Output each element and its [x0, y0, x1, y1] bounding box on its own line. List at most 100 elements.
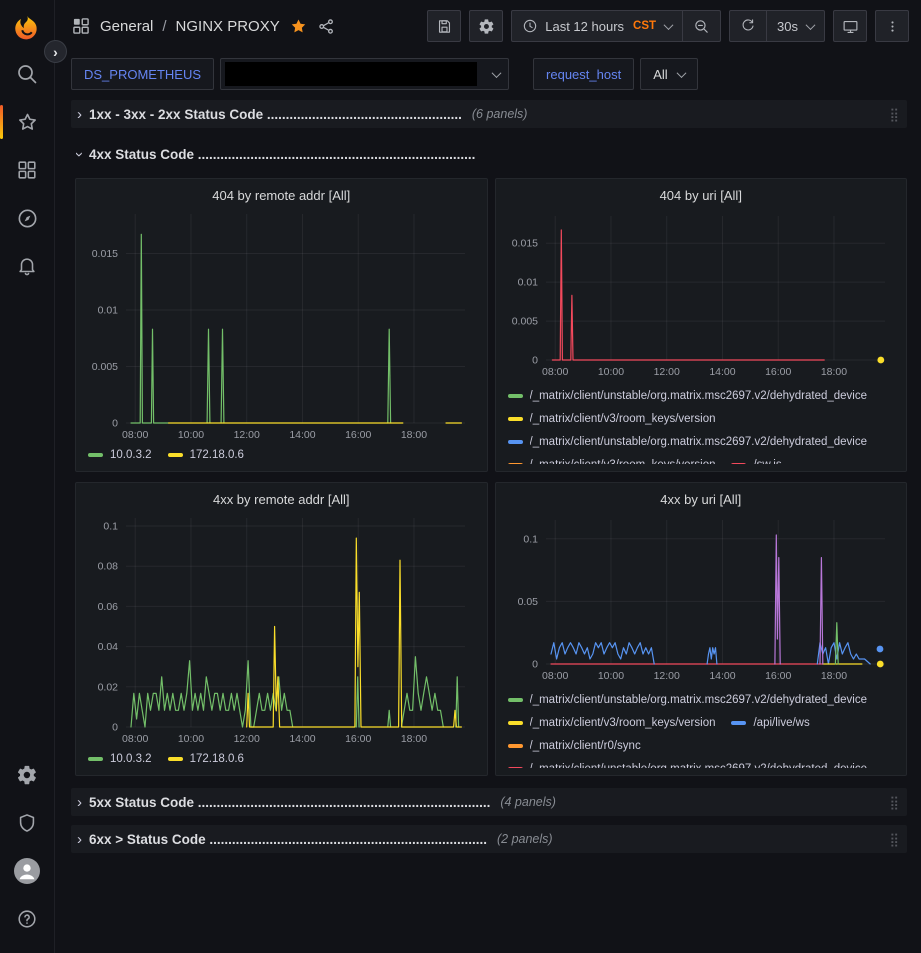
row-4xx[interactable]: › 4xx Status Code ......................…	[71, 140, 907, 168]
legend-item[interactable]: /_matrix/client/unstable/org.matrix.msc2…	[508, 388, 868, 403]
panel-title[interactable]: 4xx by remote addr [All]	[84, 488, 479, 510]
legend-item[interactable]: 172.18.0.6	[168, 448, 244, 463]
row-drag-handle[interactable]: ⣿	[889, 796, 899, 809]
share-icon[interactable]	[317, 17, 336, 36]
panel-legend: /_matrix/client/unstable/org.matrix.msc2…	[504, 388, 899, 464]
legend-item[interactable]: /api/live/ws	[731, 715, 809, 730]
row-1xx-3xx-2xx[interactable]: › 1xx - 3xx - 2xx Status Code ..........…	[71, 100, 907, 128]
tv-mode-button[interactable]	[833, 10, 867, 42]
panel-4xx-by-remote-addr: 4xx by remote addr [All] 00.020.040.060.…	[75, 482, 488, 776]
save-dashboard-button[interactable]	[427, 10, 461, 42]
panel-4xx-by-uri: 4xx by uri [All] 00.050.108:0010:0012:00…	[495, 482, 908, 776]
sidebar-item-server-admin[interactable]	[0, 799, 54, 847]
dashboards-grid-icon	[16, 159, 38, 181]
question-icon	[16, 908, 38, 930]
legend-label: 172.18.0.6	[190, 753, 244, 765]
legend-item[interactable]: /_matrix/client/unstable/org.matrix.msc2…	[508, 761, 868, 768]
datasource-variable-label: DS_PROMETHEUS	[71, 58, 214, 90]
panel-title[interactable]: 404 by remote addr [All]	[84, 184, 479, 206]
chevron-down-icon	[676, 68, 686, 78]
svg-text:18:00: 18:00	[401, 429, 427, 441]
legend-item[interactable]: 10.0.3.2	[88, 752, 152, 767]
sidebar-item-help[interactable]	[0, 895, 54, 943]
row-drag-handle[interactable]: ⣿	[889, 108, 899, 121]
gear-icon	[478, 18, 495, 35]
legend-swatch	[731, 721, 746, 725]
panel-legend: 10.0.3.2 172.18.0.6	[84, 752, 479, 770]
legend-swatch	[168, 453, 183, 457]
time-range-picker[interactable]: Last 12 hours CST	[512, 11, 682, 41]
refresh-interval-dropdown[interactable]: 30s	[767, 11, 824, 41]
datasource-variable-select[interactable]	[220, 58, 509, 90]
legend-label: 10.0.3.2	[110, 753, 152, 765]
svg-text:10:00: 10:00	[178, 429, 204, 441]
chart-404-by-remote-addr[interactable]: 00.0050.010.01508:0010:0012:0014:0016:00…	[84, 206, 479, 446]
row-drag-handle[interactable]: ⣿	[889, 833, 899, 846]
sidebar-item-dashboards[interactable]	[0, 146, 54, 194]
svg-text:16:00: 16:00	[345, 429, 371, 441]
sidebar-item-alerting[interactable]	[0, 242, 54, 290]
svg-text:10:00: 10:00	[597, 366, 623, 378]
svg-text:0: 0	[112, 721, 118, 733]
chevron-down-icon	[664, 20, 674, 30]
row-6xx[interactable]: › 6xx > Status Code ....................…	[71, 825, 907, 853]
svg-text:08:00: 08:00	[542, 366, 568, 378]
sidebar-item-starred[interactable]	[0, 98, 54, 146]
legend-label: /_matrix/client/v3/room_keys/version	[530, 717, 716, 729]
timeseries-chart: 00.0050.010.01508:0010:0012:0014:0016:00…	[84, 206, 479, 443]
svg-text:16:00: 16:00	[345, 733, 371, 745]
timeseries-chart: 00.050.108:0010:0012:0014:0016:0018:00	[504, 512, 899, 684]
apps-icon	[71, 16, 91, 36]
legend-swatch	[508, 721, 523, 725]
legend-item[interactable]: /_matrix/client/unstable/org.matrix.msc2…	[508, 434, 868, 449]
panels-grid: 404 by remote addr [All] 00.0050.010.015…	[75, 178, 907, 776]
legend-item[interactable]: /_matrix/client/v3/room_keys/version	[508, 457, 716, 464]
grafana-app: ›	[0, 0, 921, 953]
request-host-variable-label: request_host	[533, 58, 634, 90]
legend-item[interactable]: /_matrix/client/v3/room_keys/version	[508, 411, 716, 426]
clock-icon	[522, 18, 538, 34]
legend-label: /_matrix/client/unstable/org.matrix.msc2…	[530, 390, 868, 402]
sidebar-item-configuration[interactable]	[0, 751, 54, 799]
svg-text:08:00: 08:00	[542, 670, 568, 682]
svg-text:0: 0	[532, 355, 538, 367]
more-options-button[interactable]	[875, 10, 909, 42]
dashboard-settings-button[interactable]	[469, 10, 503, 42]
legend-item[interactable]: /sw.js	[731, 457, 781, 464]
svg-text:0.005: 0.005	[511, 316, 537, 328]
svg-text:10:00: 10:00	[597, 670, 623, 682]
chart-4xx-by-uri[interactable]: 00.050.108:0010:0012:0014:0016:0018:00	[504, 512, 899, 687]
panel-title[interactable]: 404 by uri [All]	[504, 184, 899, 208]
legend-item[interactable]: 10.0.3.2	[88, 448, 152, 463]
chevron-down-icon	[806, 20, 816, 30]
legend-label: 10.0.3.2	[110, 449, 152, 461]
sidebar-item-explore[interactable]	[0, 194, 54, 242]
breadcrumb-section[interactable]: General	[100, 18, 153, 35]
favorite-star-icon[interactable]	[289, 17, 308, 36]
legend-item[interactable]: /_matrix/client/r0/sync	[508, 738, 641, 753]
breadcrumb-dashboard-title[interactable]: NGINX PROXY	[176, 18, 280, 35]
chart-4xx-by-remote-addr[interactable]: 00.020.040.060.080.108:0010:0012:0014:00…	[84, 510, 479, 750]
svg-text:0.005: 0.005	[92, 361, 118, 373]
panel-404-by-remote-addr: 404 by remote addr [All] 00.0050.010.015…	[75, 178, 488, 472]
sidebar-expand-button[interactable]: ›	[44, 40, 67, 63]
row-5xx[interactable]: › 5xx Status Code ......................…	[71, 788, 907, 816]
svg-text:0.06: 0.06	[98, 601, 119, 613]
row-panel-count: (6 panels)	[472, 107, 528, 121]
svg-text:12:00: 12:00	[653, 366, 679, 378]
legend-item[interactable]: /_matrix/client/unstable/org.matrix.msc2…	[508, 692, 868, 707]
timeseries-chart: 00.0050.010.01508:0010:0012:0014:0016:00…	[504, 208, 899, 380]
refresh-button[interactable]	[730, 11, 766, 41]
svg-text:0.05: 0.05	[517, 596, 538, 608]
zoom-out-button[interactable]	[683, 11, 720, 41]
sidebar-item-user[interactable]	[0, 847, 54, 895]
refresh-group: 30s	[729, 10, 825, 42]
timeseries-chart: 00.020.040.060.080.108:0010:0012:0014:00…	[84, 510, 479, 747]
panel-title[interactable]: 4xx by uri [All]	[504, 488, 899, 512]
legend-swatch	[508, 698, 523, 702]
kebab-menu-icon	[885, 18, 900, 35]
chart-404-by-uri[interactable]: 00.0050.010.01508:0010:0012:0014:0016:00…	[504, 208, 899, 383]
request-host-variable-select[interactable]: All	[640, 58, 697, 90]
legend-item[interactable]: /_matrix/client/v3/room_keys/version	[508, 715, 716, 730]
legend-item[interactable]: 172.18.0.6	[168, 752, 244, 767]
